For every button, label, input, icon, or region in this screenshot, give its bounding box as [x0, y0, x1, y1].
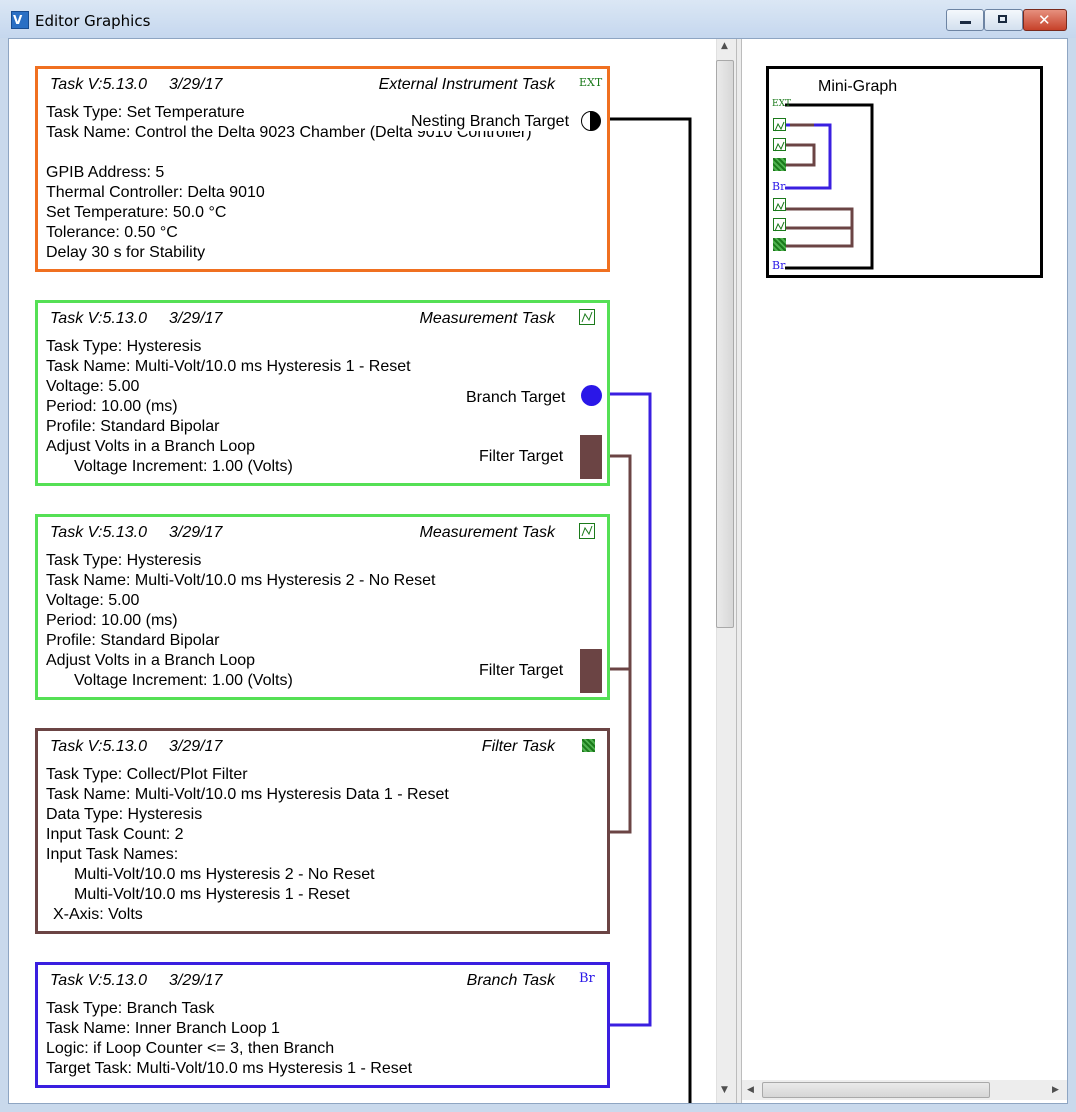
task-line: Input Task Names:: [46, 846, 179, 863]
filter-icon: [773, 158, 786, 171]
branch-target-label: Branch Target: [466, 389, 566, 406]
task-line: Adjust Volts in a Branch Loop: [46, 652, 256, 669]
task-box-filter[interactable]: Task V:5.13.0 3/29/17 Filter Task Task T…: [35, 728, 610, 934]
task-line: Input Task Count: 2: [46, 826, 184, 843]
task-line: Logic: if Loop Counter <= 3, then Branch: [46, 1040, 335, 1057]
task-kind: Filter Task: [481, 738, 555, 755]
task-line: Multi-Volt/10.0 ms Hysteresis 1 - Reset: [74, 886, 350, 903]
horizontal-scroll-thumb[interactable]: [762, 1082, 990, 1098]
task-line: Thermal Controller: Delta 9010: [46, 184, 265, 201]
task-kind: Measurement Task: [419, 524, 555, 541]
measurement-icon: [773, 118, 786, 132]
task-version: Task V:5.13.0: [50, 76, 147, 93]
task-line: Profile: Standard Bipolar: [46, 632, 220, 649]
filter-icon: [582, 739, 595, 752]
filter-target[interactable]: [580, 649, 602, 693]
measurement-icon: [773, 198, 786, 212]
task-line: Task Type: Hysteresis: [46, 552, 202, 569]
task-box-external-instrument[interactable]: Task V:5.13.0 3/29/17 External Instrumen…: [35, 66, 610, 272]
task-line: Multi-Volt/10.0 ms Hysteresis 2 - No Res…: [74, 866, 375, 883]
filter-target-label: Filter Target: [479, 662, 564, 679]
mini-graph-connectors: [785, 103, 874, 270]
task-line: Voltage: 5.00: [46, 592, 140, 609]
task-date: 3/29/17: [169, 738, 223, 755]
task-version: Task V:5.13.0: [50, 310, 147, 327]
task-kind: External Instrument Task: [378, 76, 555, 93]
minimize-button[interactable]: [946, 9, 984, 31]
task-line: Task Type: Collect/Plot Filter: [46, 766, 248, 783]
filter-icon: [773, 238, 786, 251]
task-line: Data Type: Hysteresis: [46, 806, 203, 823]
task-version: Task V:5.13.0: [50, 738, 147, 755]
task-date: 3/29/17: [169, 972, 223, 989]
task-version: Task V:5.13.0: [50, 972, 147, 989]
measurement-icon: [579, 309, 595, 325]
task-line: Voltage Increment: 1.00 (Volts): [74, 458, 293, 475]
task-version: Task V:5.13.0: [50, 524, 147, 541]
task-line: Period: 10.00 (ms): [46, 398, 178, 415]
external-instrument-icon: EXT: [772, 99, 791, 109]
window-title: Editor Graphics: [35, 12, 151, 30]
task-line: Profile: Standard Bipolar: [46, 418, 220, 435]
scroll-down-icon[interactable]: ▼: [721, 1085, 728, 1095]
task-line: Task Name: Multi-Volt/10.0 ms Hysteresis…: [46, 786, 449, 803]
external-instrument-icon: EXT: [579, 76, 603, 89]
measurement-icon: [773, 218, 786, 232]
task-line: Adjust Volts in a Branch Loop: [46, 438, 256, 455]
task-box-branch[interactable]: Task V:5.13.0 3/29/17 Branch Task Br Tas…: [35, 962, 610, 1088]
task-line: Delay 30 s for Stability: [46, 244, 206, 261]
task-line: Task Name: Inner Branch Loop 1: [46, 1020, 280, 1037]
task-date: 3/29/17: [169, 310, 223, 327]
nesting-branch-target-label: Nesting Branch Target: [411, 113, 570, 131]
nesting-branch-icon: Br: [772, 259, 786, 272]
close-icon: ✕: [1038, 11, 1051, 29]
minimize-icon: [960, 21, 971, 24]
task-line: Task Type: Set Temperature: [46, 104, 245, 121]
filter-target[interactable]: [580, 435, 602, 479]
title-bar: [0, 0, 1076, 38]
scroll-up-icon[interactable]: ▲: [721, 41, 728, 51]
nesting-branch-target[interactable]: [581, 111, 601, 131]
branch-icon: Br: [772, 180, 786, 193]
task-line: Set Temperature: 50.0 °C: [46, 204, 227, 221]
scroll-left-icon[interactable]: ◀: [747, 1085, 754, 1095]
task-kind: Branch Task: [466, 972, 555, 989]
task-kind: Measurement Task: [419, 310, 555, 327]
vertical-scroll-thumb[interactable]: [716, 60, 734, 628]
maximize-button[interactable]: [984, 9, 1023, 31]
task-line: Period: 10.00 (ms): [46, 612, 178, 629]
task-line: Target Task: Multi-Volt/10.0 ms Hysteres…: [46, 1060, 413, 1077]
filter-target-label: Filter Target: [479, 448, 564, 465]
maximize-icon: [998, 15, 1007, 23]
branch-icon: Br: [579, 971, 595, 986]
task-line: Voltage Increment: 1.00 (Volts): [74, 672, 293, 689]
task-line: Task Name: Multi-Volt/10.0 ms Hysteresis…: [46, 572, 436, 589]
task-date: 3/29/17: [169, 524, 223, 541]
task-line: Voltage: 5.00: [46, 378, 140, 395]
task-line: GPIB Address: 5: [46, 164, 165, 181]
task-line: Tolerance: 0.50 °C: [46, 224, 178, 241]
task-line: Task Type: Branch Task: [46, 1000, 215, 1017]
measurement-icon: [579, 523, 595, 539]
app-icon: V: [11, 11, 29, 29]
close-button[interactable]: ✕: [1023, 9, 1067, 31]
scroll-right-icon[interactable]: ▶: [1052, 1085, 1059, 1095]
task-box-measurement-1[interactable]: Task V:5.13.0 3/29/17 Measurement Task T…: [35, 300, 610, 486]
task-box-measurement-2[interactable]: Task V:5.13.0 3/29/17 Measurement Task T…: [35, 514, 610, 700]
task-line: X-Axis: Volts: [53, 906, 143, 923]
measurement-icon: [773, 138, 786, 152]
branch-target[interactable]: [581, 385, 602, 406]
task-date: 3/29/17: [169, 76, 223, 93]
task-line: Task Name: Multi-Volt/10.0 ms Hysteresis…: [46, 358, 411, 375]
task-line: Task Type: Hysteresis: [46, 338, 202, 355]
